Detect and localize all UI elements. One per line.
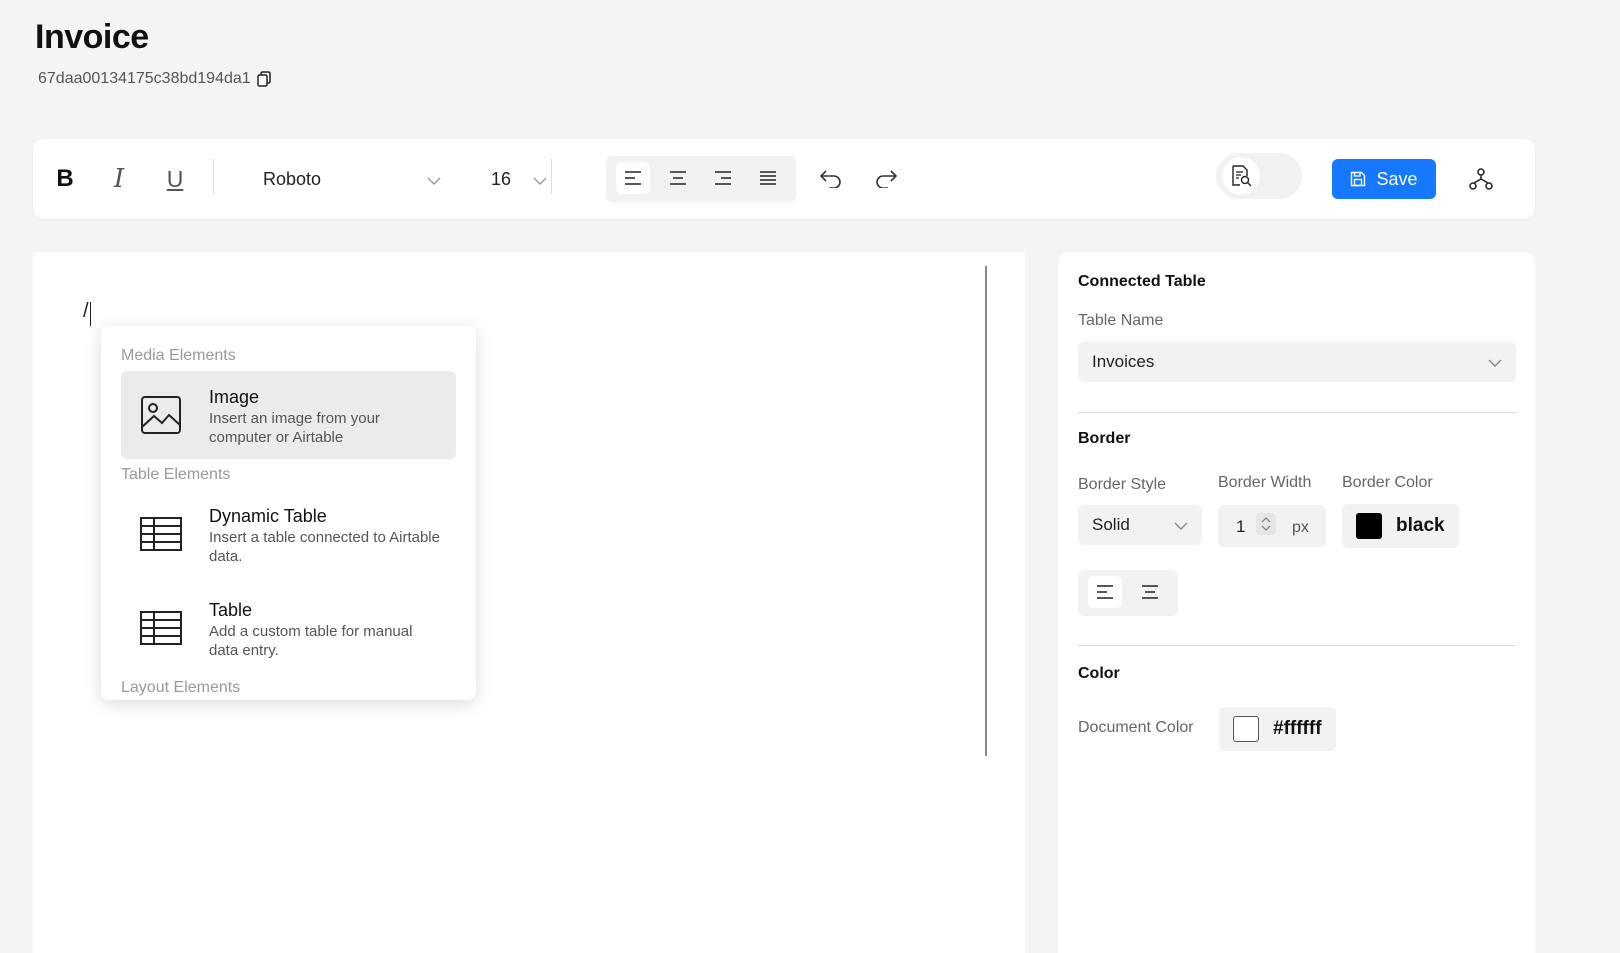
redo-button[interactable] xyxy=(868,159,904,199)
menu-item-title: Dynamic Table xyxy=(209,506,327,526)
menu-item-table[interactable]: Table Add a custom table for manual data… xyxy=(121,584,456,672)
section-divider xyxy=(1078,412,1516,413)
font-family-value: Roboto xyxy=(263,168,322,189)
menu-item-title: Table xyxy=(209,600,253,620)
align-left-button[interactable] xyxy=(616,162,650,194)
border-style-select[interactable]: Solid xyxy=(1078,505,1202,545)
stepper-icon[interactable] xyxy=(1256,513,1276,535)
menu-item-dynamic-table[interactable]: Dynamic Table Insert a table connected t… xyxy=(121,490,456,578)
border-color-label: Border Color xyxy=(1342,474,1433,491)
chevron-down-icon xyxy=(1488,352,1502,372)
align-center-icon xyxy=(1142,585,1158,599)
table-name-select[interactable]: Invoices xyxy=(1078,342,1516,382)
undo-button[interactable] xyxy=(813,159,849,199)
align-left-icon xyxy=(1097,585,1113,599)
doc-id: 67daa00134175c38bd194da1 xyxy=(38,70,271,88)
redo-icon xyxy=(876,170,897,188)
border-width-unit: px xyxy=(1292,519,1309,536)
editor-scrollbar[interactable] xyxy=(985,266,987,756)
menu-item-description: Add a custom table for manual data entry… xyxy=(209,623,413,659)
border-width-input[interactable]: 1 px xyxy=(1218,505,1326,547)
menu-item-title: Image xyxy=(209,387,260,407)
border-align-left-button[interactable] xyxy=(1088,576,1122,608)
preview-icon xyxy=(1222,157,1260,195)
text-align-group xyxy=(606,156,796,202)
toolbar-divider xyxy=(551,159,552,194)
save-button[interactable]: Save xyxy=(1332,159,1436,199)
copy-icon[interactable] xyxy=(256,71,271,87)
align-justify-icon xyxy=(760,171,776,185)
table-icon xyxy=(140,611,182,645)
border-color-value: black xyxy=(1396,515,1445,536)
section-divider xyxy=(1078,645,1516,646)
align-right-button[interactable] xyxy=(706,162,740,194)
menu-section-media: Media Elements xyxy=(121,347,236,364)
properties-panel: Connected Table Table Name Invoices Bord… xyxy=(1058,252,1535,953)
menu-item-description: Insert an image from your computer or Ai… xyxy=(209,410,380,446)
menu-section-table: Table Elements xyxy=(121,466,231,483)
align-justify-button[interactable] xyxy=(751,162,785,194)
italic-button[interactable]: I xyxy=(101,159,137,199)
border-style-label: Border Style xyxy=(1078,476,1167,493)
text-caret xyxy=(90,302,91,326)
border-align-center-button[interactable] xyxy=(1133,576,1167,608)
menu-item-description: Insert a table connected to Airtable dat… xyxy=(209,529,440,565)
align-right-icon xyxy=(715,171,731,185)
border-width-value: 1 xyxy=(1236,517,1246,536)
align-center-icon xyxy=(670,171,686,185)
chevron-down-icon xyxy=(533,169,547,190)
document-color-picker[interactable]: #ffffff xyxy=(1219,707,1336,751)
border-align-group xyxy=(1078,570,1178,616)
save-label: Save xyxy=(1376,168,1418,189)
document-color-swatch xyxy=(1233,716,1259,742)
border-color-swatch xyxy=(1356,513,1382,539)
chevron-down-icon xyxy=(427,169,441,190)
align-left-icon xyxy=(625,171,641,185)
slash-command-menu: Media Elements Image Insert an image fro… xyxy=(101,326,476,700)
connected-table-heading: Connected Table xyxy=(1078,273,1206,290)
font-size-value: 16 xyxy=(491,168,512,189)
font-family-select[interactable]: Roboto xyxy=(251,159,451,199)
editor-text: / xyxy=(83,300,89,322)
preview-toggle[interactable] xyxy=(1216,153,1302,199)
align-center-button[interactable] xyxy=(661,162,695,194)
doc-id-text: 67daa00134175c38bd194da1 xyxy=(38,70,251,87)
save-icon xyxy=(1351,171,1366,187)
formatting-toolbar: B I U Roboto 16 Save xyxy=(33,139,1535,219)
table-icon xyxy=(140,517,182,551)
border-color-picker[interactable]: black xyxy=(1342,504,1459,548)
border-style-value: Solid xyxy=(1092,515,1130,534)
color-heading: Color xyxy=(1078,665,1120,682)
page-title: Invoice xyxy=(35,18,149,56)
table-name-label: Table Name xyxy=(1078,312,1164,329)
chevron-down-icon xyxy=(1174,515,1188,535)
border-width-label: Border Width xyxy=(1218,474,1312,491)
document-color-label: Document Color xyxy=(1078,719,1194,736)
table-name-value: Invoices xyxy=(1092,352,1155,371)
menu-item-image[interactable]: Image Insert an image from your computer… xyxy=(121,371,456,459)
bold-button[interactable]: B xyxy=(47,159,83,199)
toolbar-divider xyxy=(213,159,214,194)
document-color-value: #ffffff xyxy=(1273,718,1322,739)
hierarchy-icon xyxy=(1469,168,1493,190)
undo-icon xyxy=(820,170,841,188)
border-heading: Border xyxy=(1078,430,1131,447)
underline-button[interactable]: U xyxy=(157,159,193,199)
structure-button[interactable] xyxy=(1461,159,1501,199)
menu-section-layout: Layout Elements xyxy=(121,679,241,696)
font-size-select[interactable]: 16 xyxy=(473,159,553,199)
image-icon xyxy=(141,396,181,434)
